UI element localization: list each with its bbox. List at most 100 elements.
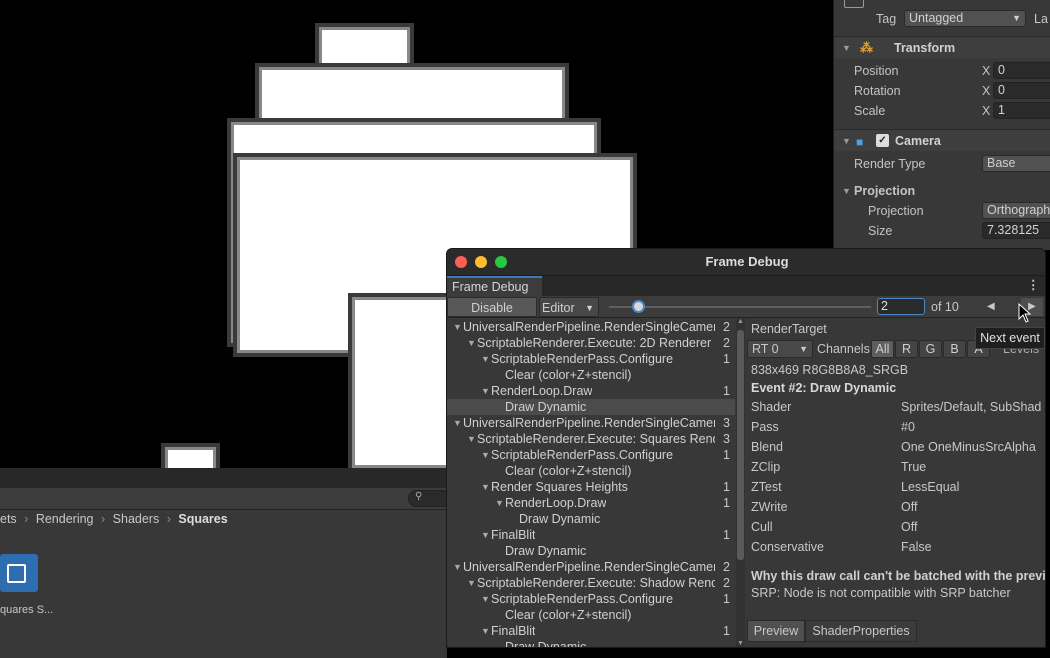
- tree-row-label: ScriptableRenderPass.Configure: [491, 592, 674, 606]
- tag-dropdown[interactable]: Untagged ▼: [904, 10, 1026, 27]
- tree-row[interactable]: ▼ FinalBlit 1: [447, 623, 735, 639]
- property-key: ZClip: [751, 460, 781, 474]
- enabled-checkbox[interactable]: ✓: [876, 134, 889, 147]
- foldout-icon[interactable]: ▼: [453, 415, 462, 431]
- transform-icon: ⁂: [860, 40, 873, 55]
- asset-label[interactable]: quares S...: [0, 604, 53, 616]
- scroll-up-icon[interactable]: ▲: [737, 318, 744, 325]
- render-type-dropdown[interactable]: Base: [982, 155, 1050, 172]
- channel-button[interactable]: R: [895, 340, 918, 358]
- tree-row[interactable]: ▼ ScriptableRenderer.Execute: Squares Ren…: [447, 431, 735, 447]
- event-slider-thumb[interactable]: [632, 300, 645, 313]
- foldout-icon[interactable]: ▼: [481, 527, 490, 543]
- foldout-icon[interactable]: ▼: [467, 575, 476, 591]
- tree-row-label: ScriptableRenderer.Execute: Squares Rend: [477, 432, 715, 446]
- disable-button[interactable]: Disable: [447, 297, 537, 317]
- tree-row[interactable]: ▼ ScriptableRenderPass.Configure 1: [447, 351, 735, 367]
- event-slider-track[interactable]: [609, 306, 871, 308]
- tree-row[interactable]: Clear (color+Z+stencil): [447, 607, 735, 623]
- foldout-icon[interactable]: ▼: [481, 479, 490, 495]
- tree-row[interactable]: ▼ ScriptableRenderPass.Configure 1: [447, 591, 735, 607]
- project-tabbar: [0, 468, 447, 488]
- tree-row-label: FinalBlit: [491, 624, 536, 638]
- maximize-button[interactable]: [495, 256, 507, 268]
- projection-foldout[interactable]: ▼ Projection: [834, 181, 1050, 201]
- tree-row[interactable]: Draw Dynamic: [447, 543, 735, 559]
- channel-button[interactable]: G: [919, 340, 942, 358]
- target-dropdown[interactable]: Editor ▼: [539, 297, 599, 317]
- tab-bar: Frame Debug ⋮: [447, 276, 1045, 296]
- camera-header[interactable]: ▼ ■ ✓ Camera: [834, 129, 1050, 151]
- tab-preview[interactable]: Preview: [747, 620, 805, 642]
- minimize-button[interactable]: [475, 256, 487, 268]
- foldout-icon[interactable]: ▼: [481, 591, 490, 607]
- tree-scrollbar[interactable]: ▲ ▼: [736, 318, 745, 647]
- tree-row-label: UniversalRenderPipeline.RenderSingleCame…: [463, 416, 715, 430]
- rt-dropdown[interactable]: RT 0 ▼: [747, 340, 813, 358]
- tree-row[interactable]: Clear (color+Z+stencil): [447, 367, 735, 383]
- position-x-field[interactable]: 0: [993, 62, 1050, 79]
- tree-row-label: Clear (color+Z+stencil): [505, 368, 632, 382]
- tree-row[interactable]: ▼ UniversalRenderPipeline.RenderSingleCam…: [447, 559, 735, 575]
- event-tree: ▼ UniversalRenderPipeline.RenderSingleCam…: [447, 318, 737, 647]
- close-button[interactable]: [455, 256, 467, 268]
- channel-button[interactable]: B: [943, 340, 966, 358]
- breadcrumb-current[interactable]: Squares: [178, 512, 227, 526]
- tree-row[interactable]: ▼ Render Squares Heights 1: [447, 479, 735, 495]
- channel-button[interactable]: All: [871, 340, 894, 358]
- tree-row[interactable]: ▼ ScriptableRenderer.Execute: 2D Renderer…: [447, 335, 735, 351]
- tree-row[interactable]: Clear (color+Z+stencil): [447, 463, 735, 479]
- tag-row: Tag Untagged ▼ La: [834, 9, 1050, 29]
- previous-event-button[interactable]: ◀: [987, 298, 995, 316]
- next-event-tooltip: Next event: [975, 327, 1045, 349]
- foldout-icon[interactable]: ▼: [481, 383, 490, 399]
- breadcrumb-item[interactable]: ets: [0, 512, 17, 526]
- tree-row[interactable]: ▼ RenderLoop.Draw 1: [447, 383, 735, 399]
- foldout-icon[interactable]: ▼: [467, 431, 476, 447]
- tab-shader-properties[interactable]: ShaderProperties: [805, 620, 917, 642]
- rotation-x-field[interactable]: 0: [993, 82, 1050, 99]
- shader-asset-icon[interactable]: [0, 554, 38, 592]
- projection-dropdown[interactable]: Orthographic: [982, 202, 1050, 219]
- tree-row[interactable]: Draw Dynamic: [447, 639, 735, 647]
- tree-row[interactable]: ▼ UniversalRenderPipeline.RenderSingleCam…: [447, 415, 735, 431]
- foldout-icon[interactable]: ▼: [481, 623, 490, 639]
- tree-row[interactable]: ▼ RenderLoop.Draw 1: [447, 495, 735, 511]
- tab-frame-debug[interactable]: Frame Debug: [447, 276, 542, 296]
- breadcrumb-item[interactable]: Shaders: [113, 512, 160, 526]
- project-panel: ⚲ ets › Rendering › Shaders › Squares qu…: [0, 468, 448, 658]
- more-options-icon[interactable]: ⋮: [1027, 277, 1040, 292]
- window-title: Frame Debug: [705, 254, 789, 269]
- frame-debug-window: Frame Debug Frame Debug ⋮ Disable Editor…: [446, 248, 1046, 648]
- foldout-icon[interactable]: ▼: [453, 559, 462, 575]
- scene-sprite: [355, 300, 450, 465]
- chevron-right-icon: ›: [166, 512, 171, 526]
- tree-row[interactable]: ▼ ScriptableRenderer.Execute: Shadow Rend…: [447, 575, 735, 591]
- project-search-input[interactable]: ⚲: [408, 490, 448, 507]
- tree-row[interactable]: ▼ ScriptableRenderPass.Configure 1: [447, 447, 735, 463]
- foldout-icon[interactable]: ▼: [842, 181, 851, 201]
- tree-row-label: RenderLoop.Draw: [491, 384, 593, 398]
- size-field[interactable]: 7.328125: [982, 222, 1050, 239]
- foldout-icon[interactable]: ▼: [842, 130, 851, 152]
- foldout-icon[interactable]: ▼: [495, 495, 504, 511]
- tree-scrollbar-thumb[interactable]: [737, 330, 744, 560]
- event-index-input[interactable]: 2: [877, 298, 925, 315]
- tree-row[interactable]: ▼ UniversalRenderPipeline.RenderSingleCam…: [447, 319, 735, 335]
- foldout-icon[interactable]: ▼: [481, 351, 490, 367]
- transform-header[interactable]: ▼ ⁂ Transform: [834, 36, 1050, 58]
- tree-row[interactable]: Draw Dynamic: [447, 399, 735, 415]
- tree-row[interactable]: Draw Dynamic: [447, 511, 735, 527]
- tree-row-label: ScriptableRenderer.Execute: 2D Renderer …: [477, 336, 715, 350]
- scroll-down-icon[interactable]: ▼: [737, 640, 744, 647]
- transform-title: Transform: [894, 41, 956, 55]
- foldout-icon[interactable]: ▼: [842, 37, 851, 59]
- foldout-icon[interactable]: ▼: [467, 335, 476, 351]
- scale-x-field[interactable]: 1: [993, 102, 1050, 119]
- foldout-icon[interactable]: ▼: [453, 319, 462, 335]
- breadcrumb-item[interactable]: Rendering: [36, 512, 94, 526]
- foldout-icon[interactable]: ▼: [481, 447, 490, 463]
- tree-row[interactable]: ▼ FinalBlit 1: [447, 527, 735, 543]
- property-value: LessEqual: [901, 480, 960, 494]
- window-titlebar[interactable]: Frame Debug: [447, 249, 1045, 276]
